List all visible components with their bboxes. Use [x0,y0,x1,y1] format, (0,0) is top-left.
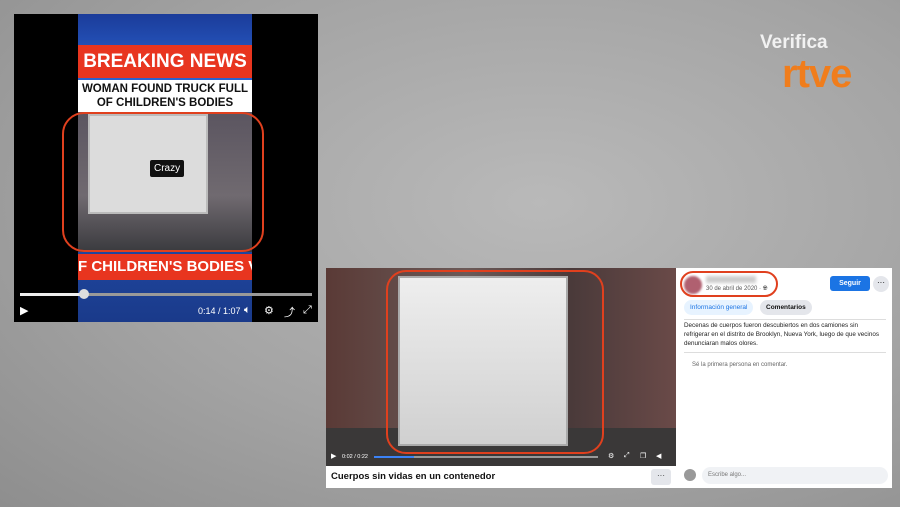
more-button[interactable]: ··· [651,469,671,485]
video-caption-bar: Cuerpos sin vidas en un contenedor ··· [326,466,676,488]
follow-button[interactable]: Seguir [830,276,870,291]
right-video-player[interactable]: ▶ 0:02 / 0:22 ⚙ ⤢ ❐ ◀ [326,268,676,466]
expand-icon[interactable]: ⤢ [624,452,630,460]
highlight-circle [680,271,778,297]
more-options-button[interactable]: ··· [873,276,889,292]
post-description: Decenas de cuerpos fueron descubiertos e… [684,322,879,347]
tab-informacion-general[interactable]: Información general [684,300,754,315]
progress-bar[interactable] [20,293,312,296]
follow-label: Seguir [839,280,861,287]
progress-bar[interactable] [374,456,598,458]
verifica-rtve-logo: Verifica rtve [760,32,872,102]
share-icon[interactable]: ⤴ [284,304,295,320]
left-video-player[interactable]: BREAKING NEWS WOMAN FOUND TRUCK FULL OF … [14,14,318,322]
volume-icon[interactable]: ◀ [656,452,661,460]
logo-rtve: rtve [782,52,852,96]
volume-icon[interactable]: 🔈︎ [244,304,251,317]
fullscreen-icon[interactable]: ⤢ [303,304,312,317]
settings-icon[interactable]: ⚙ [264,304,274,317]
play-icon[interactable]: ▶ [20,304,28,317]
logo-verifica: Verifica [760,32,828,53]
divider [684,319,886,320]
headline: WOMAN FOUND TRUCK FULL OF CHILDREN'S BOD… [78,80,252,112]
user-avatar-icon [684,469,696,481]
breaking-news-band: BREAKING NEWS [78,45,252,78]
divider [684,352,886,353]
settings-icon[interactable]: ⚙ [608,452,614,460]
tab-comentarios[interactable]: Comentarios [760,300,812,315]
news-ticker: F CHILDREN'S BODIES V [78,254,252,280]
video-title: Cuerpos sin vidas en un contenedor [331,471,496,482]
highlight-circle [62,112,264,252]
pip-icon[interactable]: ❐ [640,452,646,460]
time-display: 0:02 / 0:22 [342,454,368,460]
facebook-post-panel: 30 de abril de 2020 · 🌐︎ Seguir ··· Info… [676,268,892,488]
no-comments-text: Sé la primera persona en comentar. [692,362,788,368]
play-icon[interactable]: ▶ [331,452,336,460]
comment-input[interactable]: Escribe algo... [702,467,888,484]
time-display: 0:14 / 1:07 [198,306,241,316]
highlight-circle [386,270,604,454]
